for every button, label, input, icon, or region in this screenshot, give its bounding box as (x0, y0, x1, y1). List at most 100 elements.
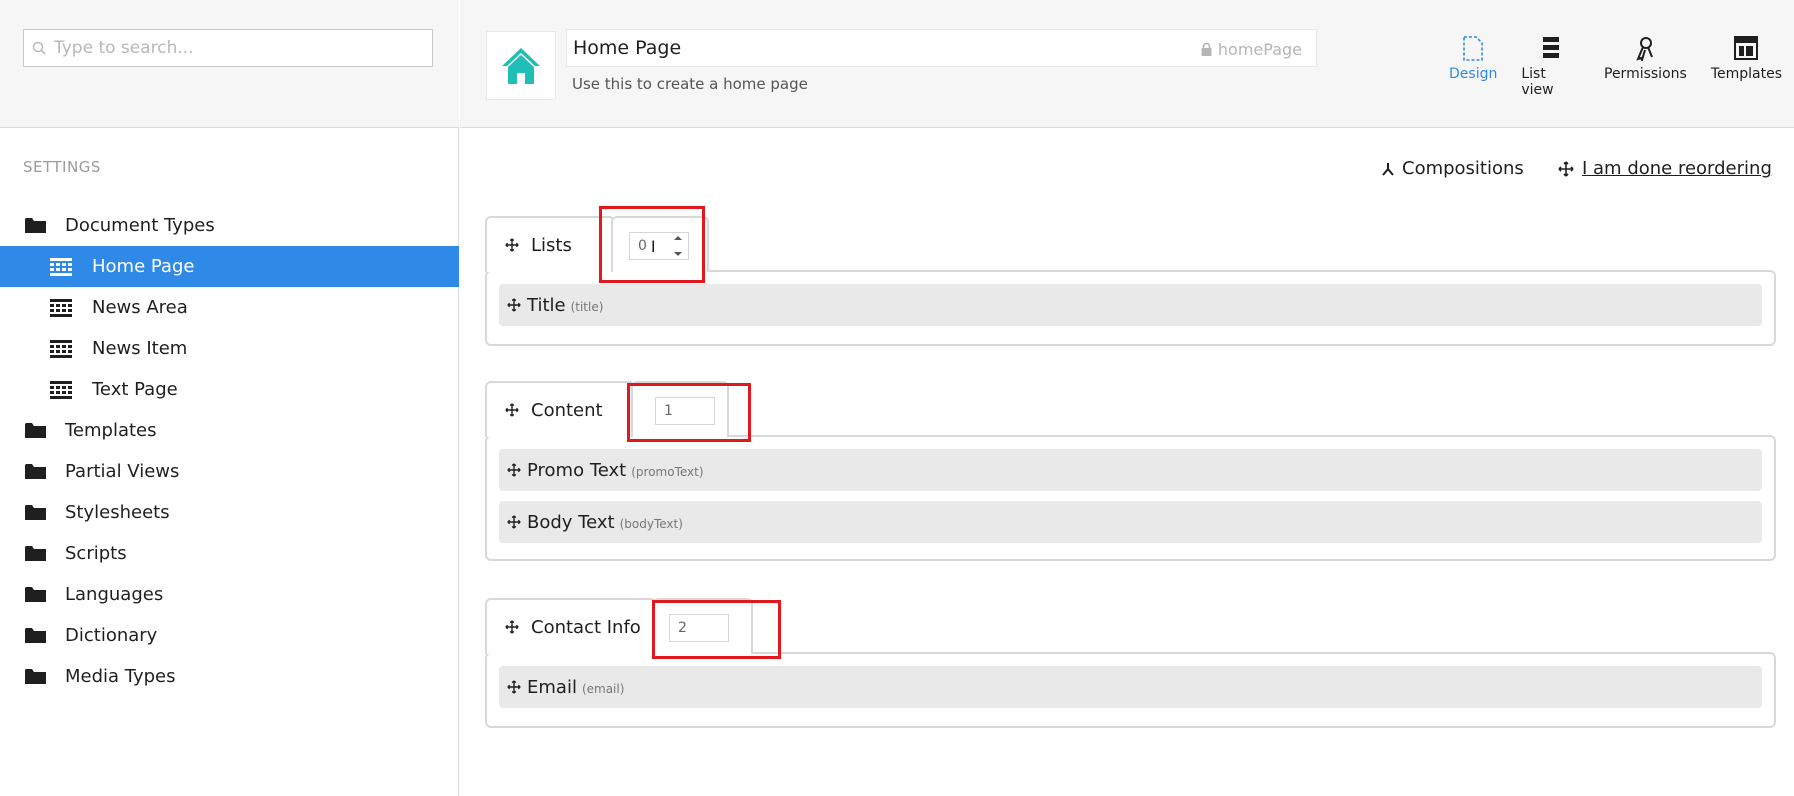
spin-up-icon[interactable] (673, 235, 683, 241)
list-view-icon (1542, 37, 1559, 58)
property-row[interactable]: Promo Text (promoText) (499, 449, 1762, 491)
sidebar: SETTINGS Document Types Home Page News A… (0, 0, 459, 796)
home-icon (502, 47, 540, 84)
group-name[interactable]: Contact Info (531, 617, 641, 638)
doctype-description[interactable]: Use this to create a home page (572, 75, 808, 93)
group-tab-contact-info[interactable]: Contact Info (485, 598, 657, 654)
tab-group-content: Content 1 Promo Text (promoText) Body Te… (485, 381, 1776, 561)
done-reordering-button[interactable]: I am done reordering (1558, 158, 1772, 179)
sort-order-input[interactable]: 2 (669, 614, 729, 642)
number-spinner[interactable] (670, 235, 686, 257)
move-icon[interactable] (507, 298, 521, 312)
tool-label: Permissions (1604, 66, 1687, 82)
folder-icon (25, 627, 65, 644)
property-row[interactable]: Body Text (bodyText) (499, 501, 1762, 543)
tool-label: List view (1521, 66, 1554, 98)
tree-item-label: Text Page (92, 379, 178, 400)
settings-tree: Document Types Home Page News Area News … (0, 205, 459, 697)
sort-order-input[interactable]: 1 (655, 397, 715, 425)
tree-item-dictionary[interactable]: Dictionary (0, 615, 459, 656)
tree-item-label: Home Page (92, 256, 195, 277)
search-input[interactable] (54, 38, 424, 58)
property-alias: (promoText) (631, 465, 704, 479)
property-alias: (bodyText) (619, 517, 683, 531)
tool-label: Design (1449, 66, 1498, 82)
tree-item-scripts[interactable]: Scripts (0, 533, 459, 574)
editor-tools: Design List view Permissions Templates (1437, 36, 1794, 98)
move-icon[interactable] (507, 680, 521, 694)
tree-item-text-page[interactable]: Text Page (0, 369, 459, 410)
tree-item-news-area[interactable]: News Area (0, 287, 459, 328)
tool-design[interactable]: Design (1437, 36, 1509, 98)
settings-section-heading: SETTINGS (23, 158, 101, 176)
property-alias: (title) (570, 300, 604, 314)
group-properties: Title (title) (485, 270, 1776, 346)
folder-icon (25, 422, 65, 439)
tree-item-media-types[interactable]: Media Types (0, 656, 459, 697)
group-tab-lists[interactable]: Lists (485, 216, 615, 272)
sort-order-value: 0 (638, 238, 647, 254)
sort-order-value: 1 (664, 403, 673, 419)
property-alias: (email) (581, 682, 625, 696)
move-icon[interactable] (507, 515, 521, 529)
folder-icon (25, 668, 65, 685)
group-tab-content[interactable]: Content (485, 381, 635, 437)
tool-permissions[interactable]: Permissions (1592, 36, 1699, 98)
tree-item-label: Document Types (65, 215, 215, 236)
compositions-label: Compositions (1402, 158, 1524, 179)
tree-item-label: Languages (65, 584, 164, 605)
tree-item-document-types[interactable]: Document Types (0, 205, 459, 246)
folder-icon (25, 586, 65, 603)
property-row[interactable]: Email (email) (499, 666, 1762, 708)
text-cursor-icon: I (650, 236, 656, 256)
sort-order-tab: 0 I (611, 216, 709, 272)
sidebar-search-area (0, 0, 459, 128)
tree-item-label: Scripts (65, 543, 127, 564)
property-row[interactable]: Title (title) (499, 284, 1762, 326)
design-icon (1463, 36, 1483, 61)
tree-item-label: Partial Views (65, 461, 180, 482)
spin-down-icon[interactable] (673, 251, 683, 257)
tab-group-contact-info: Contact Info 2 Email (email) (485, 598, 1776, 728)
move-icon (1558, 160, 1574, 177)
folder-icon (25, 217, 65, 234)
doctype-icon-picker[interactable] (486, 31, 556, 100)
tool-list-view[interactable]: List view (1509, 36, 1592, 98)
doctype-name-field[interactable]: Home Page homePage (566, 29, 1317, 67)
sort-order-value: 2 (678, 620, 687, 636)
folder-icon (25, 504, 65, 521)
tree-item-label: Templates (65, 420, 157, 441)
doctype-icon (50, 257, 92, 276)
doctype-icon (50, 380, 92, 399)
tree-item-label: Stylesheets (65, 502, 170, 523)
tree-item-label: Media Types (65, 666, 176, 687)
tree-item-news-item[interactable]: News Item (0, 328, 459, 369)
move-icon[interactable] (507, 463, 521, 477)
sort-order-input[interactable]: 0 I (629, 232, 689, 260)
tool-templates[interactable]: Templates (1699, 36, 1794, 98)
move-icon[interactable] (505, 403, 519, 417)
folder-icon (25, 463, 65, 480)
templates-icon (1734, 36, 1759, 60)
merge-icon (1382, 162, 1394, 176)
property-name: Promo Text (527, 459, 627, 481)
doctype-alias-text: homePage (1217, 40, 1302, 59)
tree-item-partial-views[interactable]: Partial Views (0, 451, 459, 492)
property-name: Email (527, 676, 577, 698)
tree-item-stylesheets[interactable]: Stylesheets (0, 492, 459, 533)
move-icon[interactable] (505, 620, 519, 634)
tree-item-languages[interactable]: Languages (0, 574, 459, 615)
editor-header: Home Page homePage Use this to create a … (460, 0, 1794, 128)
search-box[interactable] (23, 29, 433, 67)
doctype-alias[interactable]: homePage (1201, 40, 1302, 59)
tree-item-home-page[interactable]: Home Page (0, 246, 459, 287)
move-icon[interactable] (505, 238, 519, 252)
group-properties: Email (email) (485, 652, 1776, 728)
tree-item-templates[interactable]: Templates (0, 410, 459, 451)
compositions-button[interactable]: Compositions (1382, 158, 1524, 179)
doctype-name[interactable]: Home Page (573, 37, 681, 59)
tree-item-label: News Area (92, 297, 188, 318)
group-name[interactable]: Lists (531, 235, 572, 256)
group-name[interactable]: Content (531, 400, 603, 421)
doctype-icon (50, 298, 92, 317)
